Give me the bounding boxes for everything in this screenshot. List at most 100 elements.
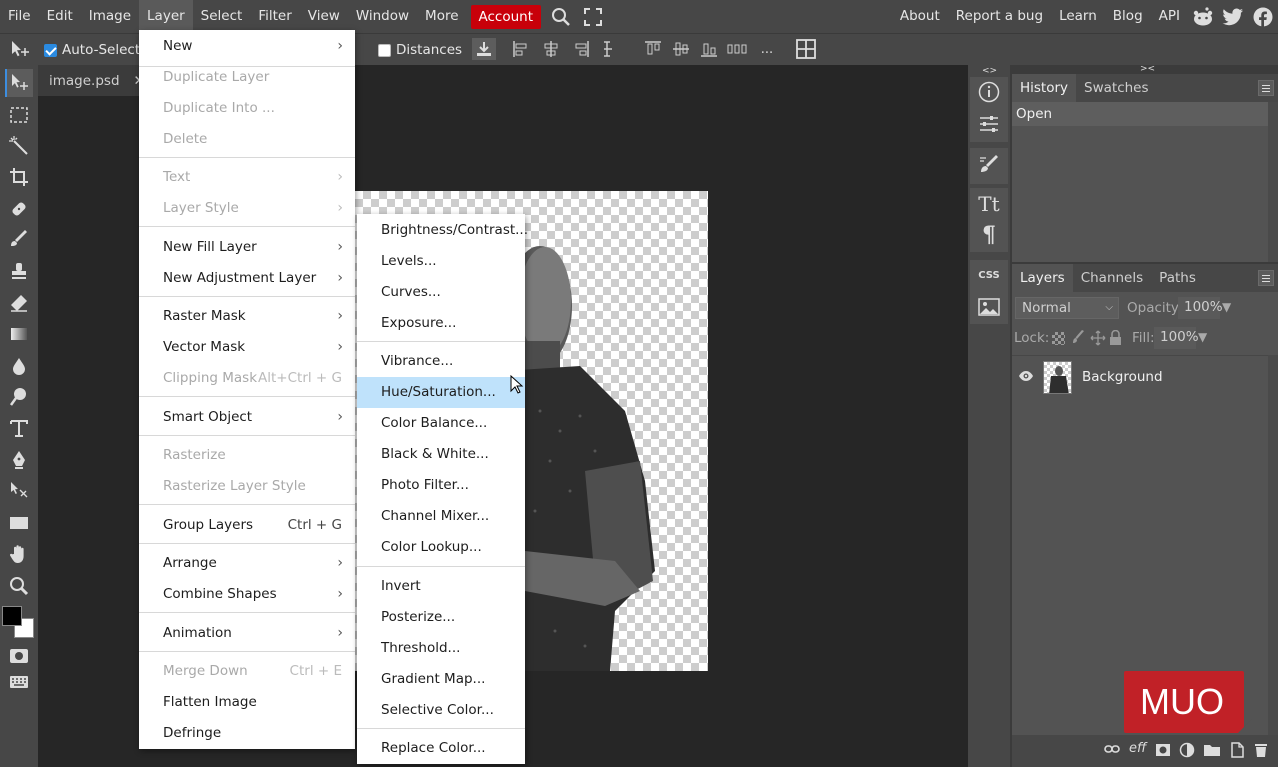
menu-item-flatten-image[interactable]: Flatten Image [139,687,355,718]
marquee-tool[interactable] [5,101,33,129]
distribute-v-icon[interactable] [726,38,748,60]
layers-scrollbar[interactable] [1268,355,1278,735]
pen-tool[interactable] [5,446,33,474]
menu-filter[interactable]: Filter [250,0,299,33]
submenu-item-gradient-map[interactable]: Gradient Map... [357,664,525,695]
eraser-tool[interactable] [5,289,33,317]
move-tool[interactable] [5,69,33,97]
menu-item-clipping-mask[interactable]: Clipping Mask Alt+Ctrl + G [139,363,355,394]
submenu-item-hue-saturation[interactable]: Hue/Saturation... [357,377,525,408]
account-button[interactable]: Account [470,4,542,29]
submenu-item-selective-color[interactable]: Selective Color... [357,695,525,726]
adjustments-icon[interactable] [977,112,1001,136]
menu-item-delete[interactable]: Delete [139,124,355,155]
link-learn[interactable]: Learn [1051,0,1105,33]
menu-item-rasterize[interactable]: Rasterize [139,440,355,471]
rectangle-tool[interactable] [5,509,33,537]
fill-dropdown-icon[interactable]: ▼ [1198,330,1207,344]
distances-option[interactable]: Distances [378,42,462,58]
submenu-item-curves[interactable]: Curves... [357,277,525,308]
history-panel-menu-icon[interactable] [1258,80,1274,96]
lock-paint-icon[interactable] [1072,330,1086,350]
history-entry[interactable]: Open [1012,102,1268,126]
lock-move-icon[interactable] [1090,330,1106,350]
new-layer-icon[interactable] [1229,742,1245,762]
menu-item-new-fill-layer[interactable]: New Fill Layer › [139,232,355,263]
align-bottom-icon[interactable] [698,38,720,60]
magic-wand-tool[interactable] [5,132,33,160]
submenu-item-invert[interactable]: Invert [357,571,525,602]
menu-item-raster-mask[interactable]: Raster Mask › [139,301,355,332]
menu-item-combine-shapes[interactable]: Combine Shapes › [139,579,355,610]
align-center-h-icon[interactable] [540,38,562,60]
lock-all-icon[interactable] [1109,329,1122,350]
crop-tool[interactable] [5,163,33,191]
search-icon[interactable] [549,5,573,29]
menu-view[interactable]: View [300,0,348,33]
menu-item-layer-style[interactable]: Layer Style › [139,193,355,224]
healing-brush-tool[interactable] [5,195,33,223]
tab-channels[interactable]: Channels [1073,264,1151,292]
tab-history[interactable]: History [1012,74,1077,102]
adjustment-layer-icon[interactable] [1179,742,1195,762]
menu-file[interactable]: File [0,0,39,33]
fullscreen-icon[interactable] [581,5,605,29]
brush-tool[interactable] [5,226,33,254]
color-swatches[interactable] [2,606,36,642]
menu-item-vector-mask[interactable]: Vector Mask › [139,332,355,363]
menu-item-duplicate-into[interactable]: Duplicate Into ... [139,93,355,124]
menu-item-arrange[interactable]: Arrange › [139,548,355,579]
gradient-tool[interactable] [5,320,33,348]
layers-panel-menu-icon[interactable] [1258,270,1274,286]
auto-select-checkbox[interactable] [44,43,57,57]
link-api[interactable]: API [1151,0,1188,33]
path-select-tool[interactable] [5,477,33,505]
trash-icon[interactable] [1254,742,1268,762]
blend-mode-select[interactable]: Normal ⌵ [1015,297,1119,319]
auto-select-option[interactable]: Auto-Select [44,42,140,58]
menu-item-new[interactable]: New › [139,31,355,62]
submenu-item-color-balance[interactable]: Color Balance... [357,408,525,439]
zoom-tool[interactable] [5,572,33,600]
facebook-icon[interactable] [1251,5,1275,29]
align-left-icon[interactable] [510,38,532,60]
keyboard-icon[interactable] [5,668,33,696]
download-icon[interactable] [472,38,496,60]
link-report-bug[interactable]: Report a bug [948,0,1051,33]
hand-tool[interactable] [5,540,33,568]
menu-layer[interactable]: Layer [139,0,193,33]
align-center-v-icon[interactable] [670,38,692,60]
menu-edit[interactable]: Edit [39,0,81,33]
align-top-icon[interactable] [642,38,664,60]
twitter-icon[interactable] [1221,5,1245,29]
blur-tool[interactable] [5,352,33,380]
brush-settings-icon[interactable] [977,153,1001,177]
tab-swatches[interactable]: Swatches [1076,74,1157,102]
distances-checkbox[interactable] [378,43,391,57]
submenu-item-brightness-contrast[interactable]: Brightness/Contrast... [357,215,528,246]
menu-image[interactable]: Image [81,0,139,33]
layer-row[interactable]: Background [1012,355,1268,399]
quick-mask-icon[interactable] [5,642,33,670]
menu-item-animation[interactable]: Animation › [139,618,355,649]
folder-icon[interactable] [1203,743,1221,761]
tab-layers[interactable]: Layers [1012,264,1073,292]
link-about[interactable]: About [892,0,948,33]
image-icon[interactable] [977,295,1001,319]
menu-item-rasterize-layer-style[interactable]: Rasterize Layer Style [139,471,355,502]
menu-item-group-layers[interactable]: Group Layers Ctrl + G [139,510,355,541]
submenu-item-threshold[interactable]: Threshold... [357,633,525,664]
eye-icon[interactable] [1018,370,1034,386]
document-tab[interactable]: image.psd ✕ [38,65,148,96]
layer-effects-icon[interactable]: eff [1129,741,1146,756]
link-layers-icon[interactable] [1104,743,1120,759]
submenu-item-vibrance[interactable]: Vibrance... [357,346,525,377]
menu-more[interactable]: More [417,0,466,33]
align-right-icon[interactable] [570,38,592,60]
character-icon[interactable]: Tt [977,192,1001,216]
menu-item-text[interactable]: Text › [139,162,355,193]
distribute-h-icon[interactable] [598,38,620,60]
menu-item-merge-down[interactable]: Merge Down Ctrl + E [139,656,355,687]
submenu-item-photo-filter[interactable]: Photo Filter... [357,470,525,501]
more-options[interactable]: ... [756,38,778,60]
